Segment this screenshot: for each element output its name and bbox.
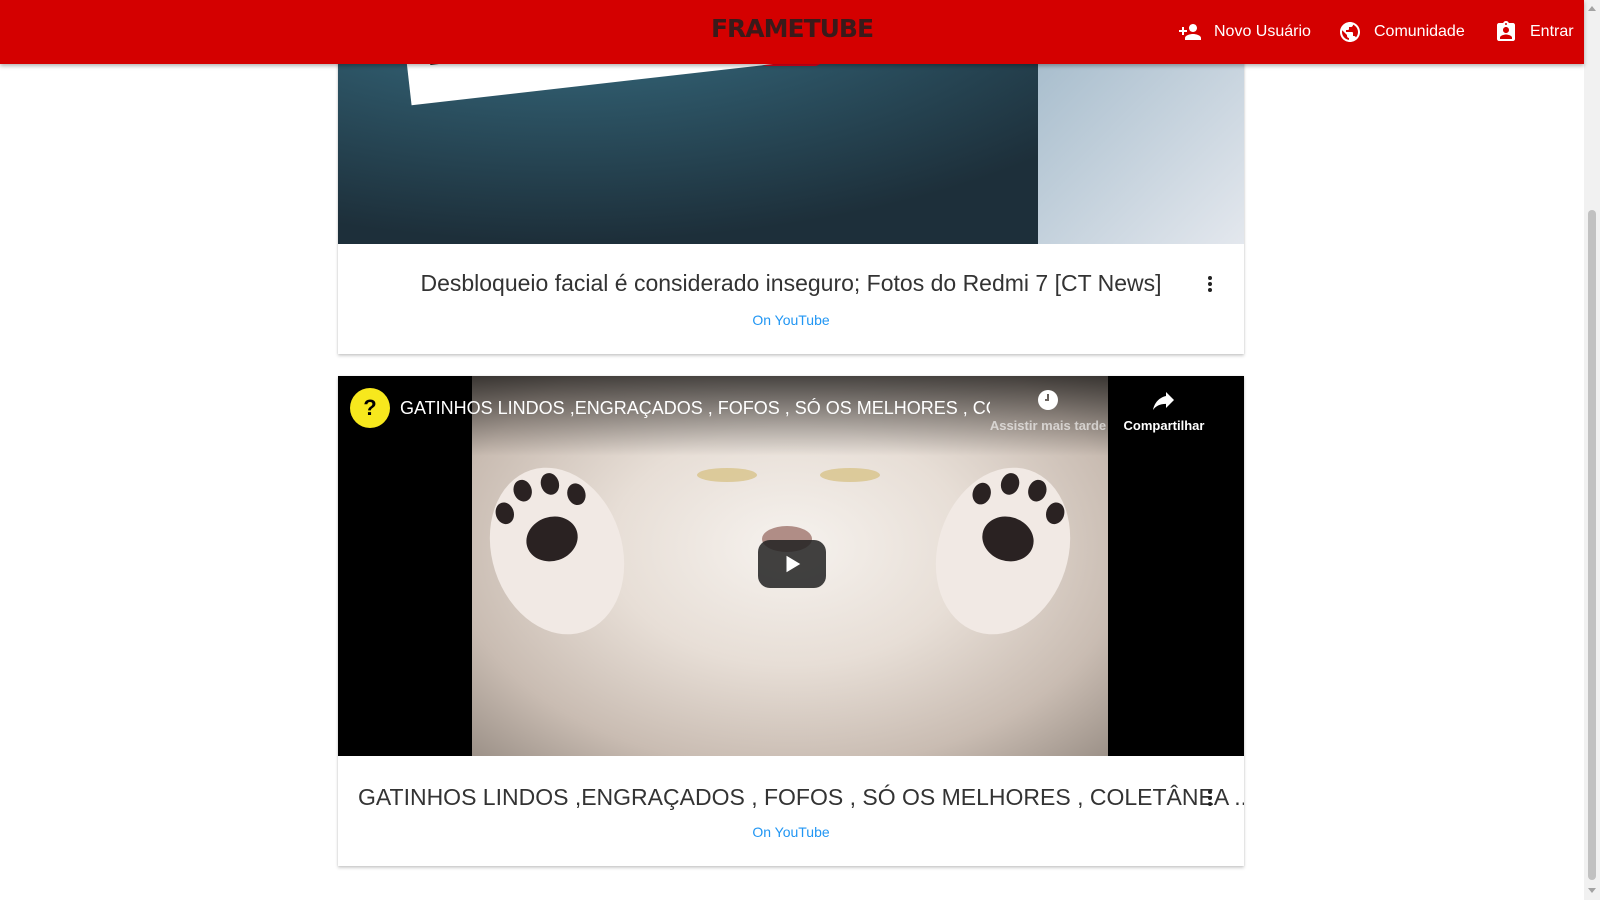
nav-new-user-label: Novo Usuário	[1214, 23, 1311, 40]
more-vert-icon[interactable]	[1198, 786, 1222, 810]
share-arrow-icon	[1153, 392, 1174, 410]
scroll-thumb[interactable]	[1588, 210, 1596, 880]
nav-community[interactable]: Comunidade	[1338, 18, 1465, 46]
play-icon	[786, 555, 801, 573]
video-card: ? GATINHOS LINDOS ,ENGRAÇADOS , FOFOS , …	[338, 376, 1244, 866]
watch-later-label: Assistir mais tarde	[989, 418, 1107, 433]
person-add-icon	[1179, 24, 1201, 40]
scroll-up-arrow-icon[interactable]	[1588, 6, 1596, 11]
kitten-paw	[914, 450, 1092, 652]
kitten-paw	[468, 450, 646, 652]
clock-icon	[1038, 390, 1058, 410]
nav-login[interactable]: Entrar	[1494, 18, 1574, 46]
watch-later-button[interactable]: Assistir mais tarde	[988, 388, 1108, 433]
scroll-down-arrow-icon[interactable]	[1588, 888, 1596, 893]
more-vert-icon[interactable]	[1198, 272, 1222, 296]
share-button[interactable]: Compartilhar	[1104, 388, 1224, 433]
kitten-eye	[697, 468, 757, 482]
assignment-ind-icon	[1497, 21, 1515, 41]
share-label: Compartilhar	[1123, 418, 1205, 433]
app-bar: FRAMETUBE Novo Usuário Comunidade Entrar	[0, 0, 1584, 64]
video-title: GATINHOS LINDOS ,ENGRAÇADOS , FOFOS , SÓ…	[358, 784, 1244, 810]
page-scrollbar[interactable]	[1584, 0, 1600, 900]
on-youtube-link[interactable]: On YouTube	[338, 824, 1244, 840]
play-button[interactable]	[758, 540, 826, 588]
embed-title[interactable]: GATINHOS LINDOS ,ENGRAÇADOS , FOFOS , SÓ…	[400, 398, 990, 419]
nav-login-label: Entrar	[1530, 23, 1574, 40]
on-youtube-link[interactable]: On YouTube	[338, 312, 1244, 328]
kitten-eye	[820, 468, 880, 482]
channel-avatar[interactable]: ?	[350, 388, 390, 428]
youtube-embed[interactable]: ? GATINHOS LINDOS ,ENGRAÇADOS , FOFOS , …	[338, 376, 1244, 756]
video-title: Desbloqueio facial é considerado insegur…	[420, 270, 1162, 296]
globe-icon	[1340, 22, 1360, 42]
nav-community-label: Comunidade	[1374, 23, 1465, 40]
nav-new-user[interactable]: Novo Usuário	[1178, 18, 1311, 46]
